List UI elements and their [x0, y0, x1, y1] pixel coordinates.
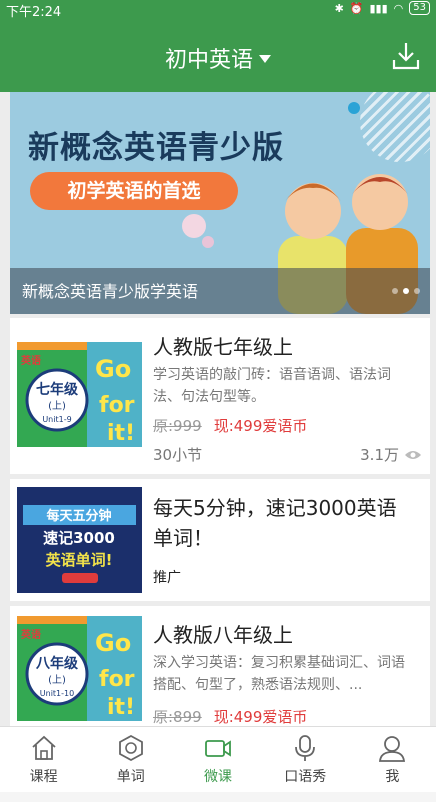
- course-description: 深入学习英语：复习积累基础词汇、词语搭配、句型了，熟悉语法规则、...: [153, 655, 405, 693]
- svg-text:Go: Go: [95, 629, 131, 657]
- thumb-vol: (上): [48, 674, 66, 686]
- bluetooth-icon: ✱: [334, 1, 344, 15]
- banner-caption: 新概念英语青少版学英语: [22, 282, 199, 301]
- pager-dot: [414, 288, 420, 294]
- view-count-value: 3.1万: [360, 446, 399, 464]
- caret-down-icon: [259, 55, 271, 63]
- tab-me[interactable]: 我: [349, 727, 436, 792]
- thumb-badge: 英语: [20, 354, 41, 367]
- thumb-badge: 英语: [20, 628, 41, 641]
- word-icon: [118, 734, 143, 762]
- course-list: Go for it! 英语 七年级 (上) Unit1-9 人教版七年级上 学习…: [10, 318, 430, 741]
- original-price: 原:899: [153, 708, 202, 726]
- course-title: 人教版七年级上: [153, 335, 293, 359]
- banner-headline: 新概念英语青少版: [28, 130, 284, 166]
- subject-title: 初中英语: [164, 48, 253, 73]
- app-header: 初中英语: [0, 20, 436, 92]
- svg-text:Go: Go: [95, 355, 131, 383]
- course-title: 人教版八年级上: [153, 623, 293, 647]
- svg-text:it!: it!: [107, 421, 135, 446]
- subject-selector[interactable]: 初中英语: [0, 42, 436, 74]
- price-row: 原:999 现:499爱语币: [153, 415, 307, 436]
- tab-speaking[interactable]: 口语秀: [262, 727, 349, 792]
- banner-decoration: [202, 236, 214, 248]
- tab-courses[interactable]: 课程: [0, 727, 87, 792]
- current-price: 现:499爱语币: [213, 708, 308, 726]
- tab-label: 课程: [29, 769, 58, 785]
- promo-thumb-line2: 速记3000: [43, 529, 115, 547]
- status-time: 下午2:24: [6, 5, 62, 20]
- tab-label: 我: [385, 769, 400, 785]
- home-icon: [31, 735, 56, 760]
- tab-label: 微课: [204, 769, 232, 785]
- promo-thumbnail: 每天五分钟 速记3000 英语单词!: [17, 487, 142, 593]
- course-thumbnail: Go for it! 英语 八年级 (上) Unit1-10: [17, 616, 142, 721]
- thumb-grade: 八年级: [35, 655, 79, 672]
- status-bar: 下午2:24 ✱ ⏰ ▮▮▮ ◠ 53: [0, 0, 436, 20]
- tab-microlessons[interactable]: 微课: [174, 727, 261, 792]
- pager-dot: [392, 288, 398, 294]
- lesson-count: 30小节: [153, 446, 203, 464]
- user-icon: [379, 736, 406, 762]
- status-icons: ✱ ⏰ ▮▮▮ ◠ 53: [335, 1, 430, 15]
- promo-thumb-line1: 每天五分钟: [46, 508, 111, 524]
- banner-decoration: [348, 102, 360, 114]
- thumb-grade: 七年级: [36, 381, 79, 398]
- banner-subline: 初学英语的首选: [30, 172, 238, 210]
- price-row: 原:899 现:499爱语币: [153, 706, 307, 727]
- bottom-tab-bar: 课程 单词 微课 口语秀 我: [0, 726, 436, 792]
- signal-icon: ▮▮▮: [369, 1, 388, 15]
- app-root: 下午2:24 ✱ ⏰ ▮▮▮ ◠ 53 初中英语 新概念英语青少版 初学英语的首…: [0, 0, 436, 802]
- svg-text:it!: it!: [107, 695, 135, 720]
- svg-text:for: for: [99, 393, 135, 418]
- original-price: 原:999: [153, 417, 202, 435]
- thumb-vol: (上): [48, 400, 66, 412]
- wifi-icon: ◠: [393, 1, 404, 15]
- microphone-icon: [295, 735, 316, 761]
- alarm-icon: ⏰: [349, 1, 364, 15]
- view-count: 3.1万: [360, 444, 422, 465]
- video-icon: [205, 740, 231, 757]
- tab-label: 口语秀: [284, 769, 327, 785]
- battery-icon: 53: [409, 1, 430, 15]
- course-card[interactable]: Go for it! 英语 八年级 (上) Unit1-10 人教版八年级上 深…: [10, 606, 430, 736]
- tab-label: 单词: [116, 769, 145, 785]
- course-thumbnail: Go for it! 英语 七年级 (上) Unit1-9: [17, 342, 142, 447]
- course-description: 学习英语的敲门砖：语音语调、语法词法、句法句型等。: [153, 367, 391, 405]
- system-nav-bar: [0, 792, 436, 802]
- thumb-unit: Unit1-10: [40, 689, 74, 698]
- course-card[interactable]: Go for it! 英语 七年级 (上) Unit1-9 人教版七年级上 学习…: [10, 318, 430, 474]
- current-price: 现:499爱语币: [213, 417, 308, 435]
- banner-pager: [392, 288, 420, 294]
- promo-thumb-line3: 英语单词!: [46, 551, 113, 569]
- eye-icon: [405, 450, 421, 459]
- tab-words[interactable]: 单词: [87, 727, 174, 792]
- promo-banner[interactable]: 新概念英语青少版 初学英语的首选 新概念英语青少版学英语: [10, 92, 430, 314]
- promo-tag: 推广: [153, 570, 181, 586]
- thumb-unit: Unit1-9: [42, 415, 71, 424]
- banner-decoration: [360, 92, 430, 162]
- download-icon[interactable]: [390, 40, 422, 72]
- banner-decoration: [182, 214, 206, 238]
- promo-title: 每天5分钟，速记3000英语单词！: [153, 496, 397, 550]
- promo-card[interactable]: 每天五分钟 速记3000 英语单词! 每天5分钟，速记3000英语单词！ 推广: [10, 479, 430, 601]
- pager-dot-active: [403, 288, 409, 294]
- svg-text:for: for: [99, 667, 135, 692]
